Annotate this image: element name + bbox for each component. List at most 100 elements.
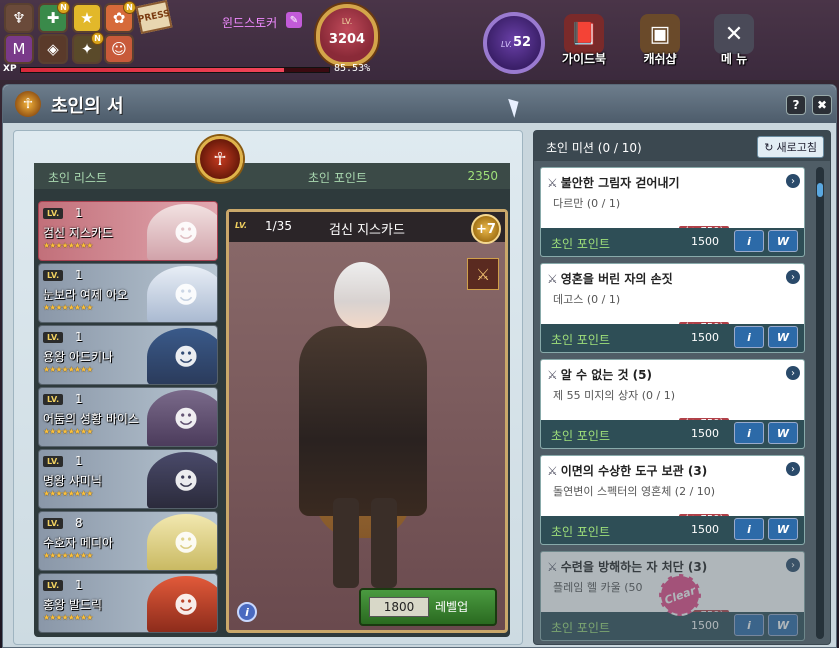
superhuman-card[interactable]: LV. 1 어둠의 성황 바이스 ★★★★★★★★ ☻ bbox=[38, 387, 218, 447]
crossed-swords-icon: ⚔ bbox=[547, 272, 558, 286]
mission-info-button[interactable]: i bbox=[734, 422, 764, 444]
account-level-value: 52 bbox=[513, 35, 532, 50]
portrait-icon: ☻ bbox=[147, 390, 217, 446]
mission-card[interactable]: ⚔불안한 그림자 걷어내기다르만 (0 / 1)›(+ 750)초인 포인트15… bbox=[540, 167, 805, 257]
sparkle-buff-icon[interactable]: ✦ N bbox=[72, 32, 104, 64]
mission-title-text: 알 수 없는 것 (5) bbox=[560, 368, 652, 382]
levelup-label: 레벨업 bbox=[435, 600, 469, 614]
points-header-value: 2350 bbox=[467, 169, 498, 183]
crossed-swords-icon: ⚔ bbox=[547, 560, 558, 574]
guidebook-label: 가이드북 bbox=[561, 52, 607, 66]
press-icon[interactable]: PRESS bbox=[135, 0, 173, 35]
mission-card[interactable]: ⚔알 수 없는 것 (5)제 55 미지의 상자 (0 / 1)›(+ 750)… bbox=[540, 359, 805, 449]
mission-card[interactable]: ⚔ 이면의 수상한 도구 보관 (3) 돌연변이 스펙터의 영혼체 (2 / 10)… bbox=[540, 455, 805, 545]
buff-icon-5[interactable]: M bbox=[4, 34, 34, 64]
level-value: 3204 bbox=[328, 32, 366, 47]
mission-scrollbar[interactable] bbox=[816, 167, 824, 639]
enhance-badge[interactable]: +7 bbox=[471, 214, 501, 244]
superhuman-card[interactable]: LV. 1 용왕 아드키나 ★★★★★★★★ ☻ bbox=[38, 325, 218, 385]
chevron-right-icon[interactable]: › bbox=[786, 366, 800, 380]
mission-header-title: 초인 미션 (0 / 10) bbox=[546, 141, 642, 155]
popcorn-buff-icon[interactable]: ✿ N bbox=[104, 1, 136, 33]
superhuman-card[interactable]: LV. 1 명왕 샤미닉 ★★★★★★★★ ☻ bbox=[38, 449, 218, 509]
shield-buff-icon[interactable]: ◈ bbox=[38, 34, 68, 64]
levelup-button[interactable]: 1800 레벨업 bbox=[359, 588, 497, 626]
cashshop-button[interactable]: ▣ 캐쉬샵 bbox=[632, 14, 688, 70]
menu-label: 메 뉴 bbox=[720, 52, 748, 66]
window-titlebar[interactable]: ☥ 초인의 서 ? ✖ bbox=[3, 85, 836, 123]
new-badge: N bbox=[123, 1, 136, 14]
sword-icon[interactable]: ⚔ bbox=[467, 258, 499, 290]
superhuman-card[interactable]: LV. 1 홍왕 발드릭 ★★★★★★★★ ☻ bbox=[38, 573, 218, 633]
window-title: 초인의 서 bbox=[51, 96, 124, 117]
buff-icon-1[interactable]: ♆ bbox=[4, 3, 34, 33]
chevron-right-icon[interactable]: › bbox=[786, 174, 800, 188]
mission-info-button[interactable]: i bbox=[734, 326, 764, 348]
class-badge-icon: ✎ bbox=[286, 12, 302, 28]
card-stars: ★★★★★★★★ bbox=[43, 613, 93, 622]
card-stars: ★★★★★★★★ bbox=[43, 365, 93, 374]
portrait-icon: ☻ bbox=[147, 452, 217, 508]
card-level: 1 bbox=[75, 392, 83, 406]
card-name: 눈보라 여제 아오 bbox=[43, 288, 128, 302]
mission-info-button[interactable]: i bbox=[734, 614, 764, 636]
card-name: 홍왕 발드릭 bbox=[43, 598, 103, 612]
menu-button[interactable]: ✕ 메 뉴 bbox=[706, 14, 762, 70]
mission-title-text: 이면의 수상한 도구 보관 (3) bbox=[560, 464, 708, 478]
star-buff-icon[interactable]: ★ bbox=[72, 3, 102, 33]
guidebook-button[interactable]: 📕 가이드북 bbox=[556, 14, 612, 70]
detail-header: LV. 1/35 검신 지스카드 bbox=[229, 212, 505, 242]
mission-card[interactable]: ⚔영혼을 버린 자의 손짓데고스 (0 / 1)›(+ 750)초인 포인트15… bbox=[540, 263, 805, 353]
mission-title-text: 수련을 방해하는 자 처단 (3) bbox=[560, 560, 708, 574]
new-badge: N bbox=[91, 32, 104, 45]
portrait-body bbox=[299, 326, 427, 516]
help-button[interactable]: ? bbox=[786, 95, 806, 115]
card-level: 1 bbox=[75, 268, 83, 282]
mission-card[interactable]: ⚔수련을 방해하는 자 처단 (3)플레임 헬 카울 (50›(+ 750)초인… bbox=[540, 551, 805, 641]
gift-buff-icon[interactable]: ✚ N bbox=[38, 1, 70, 33]
mouse-cursor-icon bbox=[508, 96, 523, 118]
card-name: 수호자 메디아 bbox=[43, 536, 114, 550]
mission-w-button[interactable]: W bbox=[768, 230, 798, 252]
chevron-right-icon[interactable]: › bbox=[786, 558, 800, 572]
mission-title: ⚔ 알 수 없는 것 (5) bbox=[547, 366, 652, 383]
scroll-thumb[interactable] bbox=[817, 183, 823, 197]
refresh-button[interactable]: ↻ 새로고침 bbox=[757, 136, 824, 158]
superhuman-card[interactable]: LV. 8 수호자 메디아 ★★★★★★★★ ☻ bbox=[38, 511, 218, 571]
mission-target: 제 55 미지의 상자 (0 / 1) bbox=[553, 389, 675, 402]
character-portrait bbox=[289, 258, 439, 588]
portrait-icon: ☻ bbox=[147, 266, 217, 322]
mission-w-button[interactable]: W bbox=[768, 422, 798, 444]
mission-title: ⚔ 이면의 수상한 도구 보관 (3) bbox=[547, 462, 707, 479]
portrait-head bbox=[334, 262, 390, 328]
card-level: 1 bbox=[75, 578, 83, 592]
mission-w-button[interactable]: W bbox=[768, 518, 798, 540]
mission-info-button[interactable]: i bbox=[734, 518, 764, 540]
mask-buff-icon[interactable]: ☺ bbox=[104, 34, 134, 64]
card-name: 용왕 아드키나 bbox=[43, 350, 114, 364]
chevron-right-icon[interactable]: › bbox=[786, 462, 800, 476]
card-stars: ★★★★★★★★ bbox=[43, 551, 93, 560]
crossed-swords-icon: ⚔ bbox=[547, 464, 558, 478]
xp-bar bbox=[20, 67, 330, 73]
account-level-orb[interactable]: LV. 52 bbox=[483, 12, 545, 74]
mission-w-button[interactable]: W bbox=[768, 326, 798, 348]
portrait-icon: ☻ bbox=[147, 204, 217, 260]
mission-points-label: 초인 포인트 bbox=[551, 333, 611, 347]
mission-info-button[interactable]: i bbox=[734, 230, 764, 252]
refresh-label: 새로고침 bbox=[776, 141, 817, 154]
mission-w-button[interactable]: W bbox=[768, 614, 798, 636]
detail-info-button[interactable]: i bbox=[237, 602, 257, 622]
mission-panel: 초인 미션 (0 / 10) ↻ 새로고침 ⚔ 불안한 그림자 걷어내기 다르만 (… bbox=[533, 130, 831, 645]
close-button[interactable]: ✖ bbox=[812, 95, 832, 115]
superhuman-card[interactable]: LV. 1 검신 지스카드 ★★★★★★★★ ☻ bbox=[38, 201, 218, 261]
superhuman-card[interactable]: LV. 1 눈보라 여제 아오 ★★★★★★★★ ☻ bbox=[38, 263, 218, 323]
lv-tag: LV. bbox=[43, 270, 64, 281]
mission-points-label: 초인 포인트 bbox=[551, 429, 611, 443]
card-stars: ★★★★★★★★ bbox=[43, 241, 93, 250]
superhuman-list-panel: ☥ 초인 리스트 초인 포인트 2350 LV. 1 검신 지스카드 ★★★★★… bbox=[13, 130, 523, 645]
lv-tag: LV. bbox=[43, 518, 64, 529]
detail-name: 검신 지스카드 bbox=[329, 223, 405, 238]
chevron-right-icon[interactable]: › bbox=[786, 270, 800, 284]
level-shield: LV. 3204 bbox=[316, 4, 378, 66]
